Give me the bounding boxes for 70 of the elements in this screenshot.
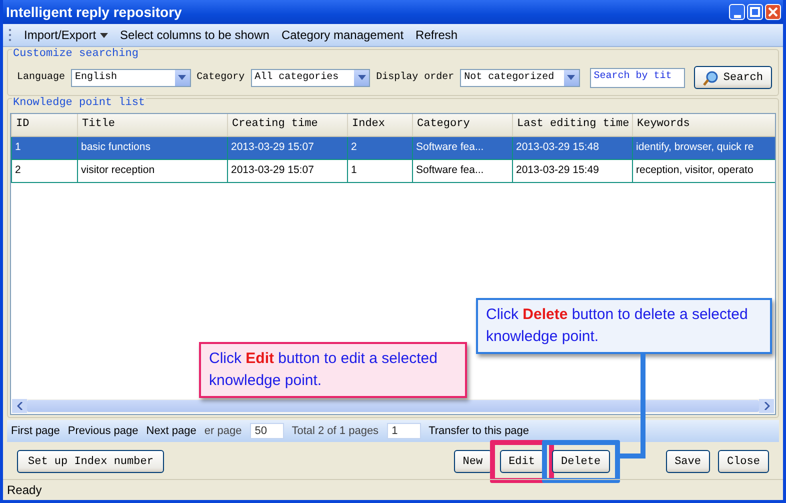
column-header[interactable]: Last editing time: [512, 114, 632, 136]
pager-link[interactable]: Transfer to this page: [428, 425, 530, 437]
caret-icon: [567, 75, 576, 80]
toolbar-item[interactable]: Refresh: [416, 28, 458, 42]
caret-icon: [178, 75, 186, 80]
action-button[interactable]: New: [454, 450, 492, 473]
action-button[interactable]: Save: [666, 450, 710, 473]
table-cell: reception, visitor, operato: [632, 160, 775, 182]
column-header[interactable]: Category: [412, 114, 512, 136]
pager-link[interactable]: First page: [11, 425, 60, 437]
pager-input[interactable]: 50: [250, 423, 284, 439]
filter-label: Display order: [375, 72, 456, 83]
search-icon: [703, 70, 720, 86]
pager-label: er page: [204, 425, 242, 437]
maximize-button[interactable]: [747, 4, 763, 20]
table-cell: 2013-03-29 15:07: [227, 160, 347, 182]
filter-label: Category: [196, 72, 246, 83]
action-button[interactable]: Close: [718, 450, 769, 473]
scroll-right-icon: [764, 402, 770, 410]
toolbar-item[interactable]: Select columns to be shown: [120, 28, 270, 42]
maximize-icon: [750, 7, 760, 17]
window-title: Intelligent reply repository: [6, 4, 182, 20]
pager-link[interactable]: Next page: [146, 425, 196, 437]
toolbar-item[interactable]: Category management: [281, 28, 404, 42]
callout-note: Click Delete button to delete a selected knowledge point.: [476, 298, 772, 354]
status-text: Ready: [3, 479, 783, 500]
table-cell: Software fea...: [412, 160, 512, 182]
pager-input[interactable]: 1: [386, 423, 421, 439]
pager-label: Total 2 of 1 pages: [292, 425, 379, 437]
close-icon: [768, 7, 778, 17]
close-button[interactable]: [765, 4, 781, 20]
search-field[interactable]: Search by tit: [590, 68, 686, 88]
dropdown-field[interactable]: All categories: [250, 68, 370, 86]
column-header[interactable]: Keywords: [632, 114, 775, 136]
search-button[interactable]: Search: [694, 66, 772, 89]
table-cell: 2: [347, 137, 412, 159]
table-cell: basic functions: [77, 137, 227, 159]
group-title: Knowledge point list: [12, 97, 146, 109]
table-row[interactable]: 2 visitor reception 2013-03-29 15:07 1 Software fea... 2013-03-29 15:49 reception, visitor, operato: [11, 160, 775, 183]
minimize-icon: [734, 14, 740, 18]
table-cell: 2013-03-29 15:07: [227, 137, 347, 159]
set-index-button[interactable]: Set up Index number: [17, 450, 164, 473]
scroll-left-icon: [16, 402, 22, 410]
table-cell: 1: [347, 160, 412, 182]
table-row[interactable]: 1 basic functions 2013-03-29 15:07 2 Software fea... 2013-03-29 15:48 identify, browser, quick re: [11, 137, 775, 160]
minimize-button[interactable]: [729, 4, 745, 20]
table-cell: 2013-03-29 15:49: [512, 160, 632, 182]
column-header[interactable]: Index: [347, 114, 412, 136]
action-button[interactable]: Delete: [552, 450, 610, 473]
dropdown-field[interactable]: Not categorized: [460, 68, 580, 86]
column-header[interactable]: Title: [77, 114, 227, 136]
table-cell: 2013-03-29 15:48: [512, 137, 632, 159]
dropdown-field[interactable]: English: [71, 68, 191, 86]
callout-note: Click Edit button to edit a selected knowledge point.: [199, 342, 467, 398]
pager-link[interactable]: Previous page: [68, 425, 138, 437]
filter-label: Language: [16, 72, 66, 83]
table-cell: visitor reception: [77, 160, 227, 182]
action-button[interactable]: Edit: [500, 450, 544, 473]
table-cell: Software fea...: [412, 137, 512, 159]
table-cell: identify, browser, quick re: [632, 137, 775, 159]
group-title: Customize searching: [12, 48, 140, 60]
caret-icon: [358, 75, 366, 80]
column-header[interactable]: Creating time: [227, 114, 347, 136]
table-cell: 1: [11, 137, 77, 159]
toolbar-grip-icon: [9, 28, 12, 42]
table-cell: 2: [11, 160, 77, 182]
column-header[interactable]: ID: [11, 114, 77, 136]
horizontal-scrollbar[interactable]: [12, 399, 774, 413]
caret-icon: [100, 32, 108, 38]
toolbar-menu[interactable]: Import/Export: [24, 28, 108, 42]
